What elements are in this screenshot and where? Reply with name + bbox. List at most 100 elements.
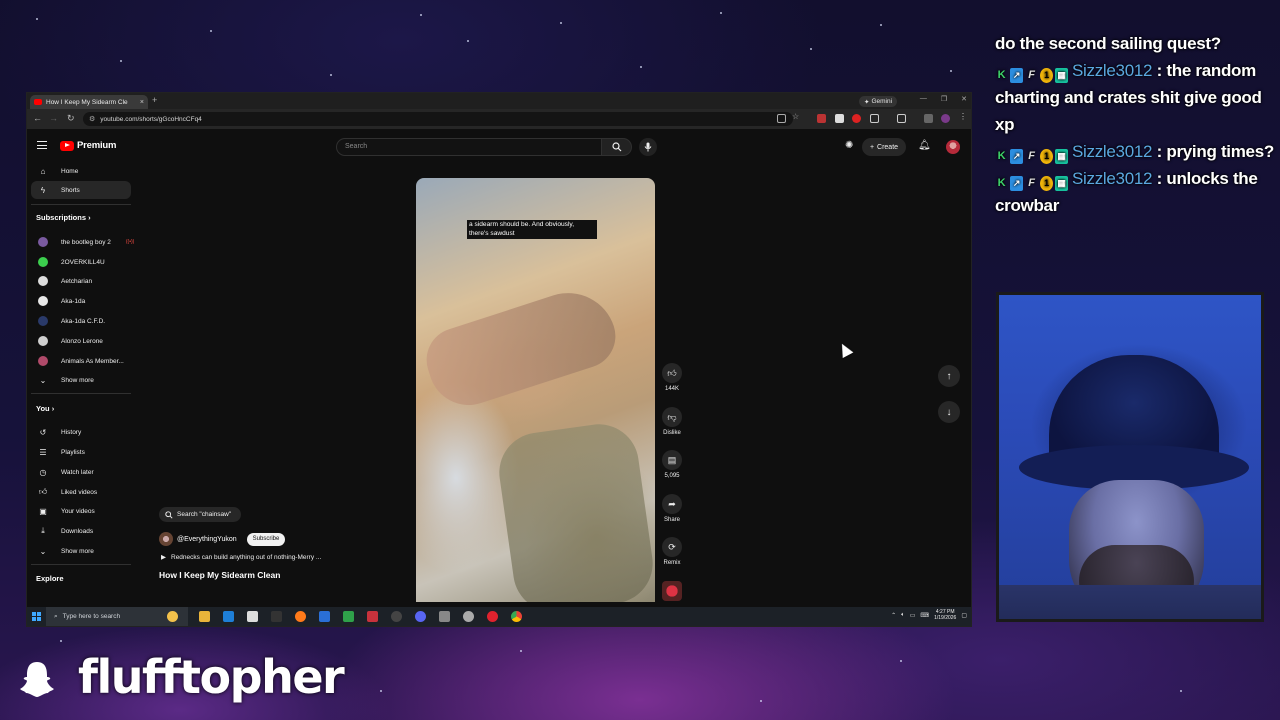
close-tab-icon[interactable]: × [140,99,144,106]
previous-short-button[interactable]: ↑ [938,365,960,387]
app-icon[interactable] [439,611,450,622]
language-icon[interactable]: ⌨ [920,612,929,619]
share-button[interactable]: ➦ [662,494,682,514]
comments-button[interactable]: ▤ [662,450,682,470]
chevron-up-icon[interactable]: ⌃ [891,612,896,619]
hamburger-menu-icon[interactable] [37,141,47,149]
back-icon[interactable]: ← [33,113,42,123]
app-icon[interactable] [487,611,498,622]
cast-icon[interactable]: ✺ [845,140,853,151]
search-suggestion-text: Search "chainsaw" [177,511,232,518]
sidebar-item-your-videos[interactable]: ▣ Your videos [31,502,131,520]
notifications-bell-icon[interactable]: 🔔︎ [918,140,931,151]
sidebar-item-shorts[interactable]: ϟ Shorts [31,181,131,199]
extensions-puzzle-icon[interactable] [924,114,933,123]
like-action[interactable]: 👍︎ 144K [659,363,685,392]
comments-action[interactable]: ▤ 5,095 [659,450,685,479]
chat-message-text: do the second sailing quest? [995,34,1221,53]
dislike-action[interactable]: 👎︎ Dislike [659,407,685,436]
store-icon[interactable] [247,611,258,622]
extension-icon[interactable] [817,114,826,123]
sidebar-item-home[interactable]: ⌂ Home [31,162,131,180]
minimize-icon[interactable]: — [920,95,927,103]
tab-title: How I Keep My Sidearm Cle [46,98,128,106]
extension-icon[interactable] [835,114,844,123]
firefox-icon[interactable] [295,611,306,622]
maximize-icon[interactable]: ❐ [941,95,947,103]
copilot-icon[interactable] [167,611,178,622]
subscribe-button[interactable]: Subscribe [246,532,286,546]
search-input[interactable]: Search [336,138,602,156]
sidebar-item-liked-videos[interactable]: 👍︎ Liked videos [31,483,131,501]
show-more-subscriptions-button[interactable]: ⌄ Show more [31,371,131,389]
sidebar-item-label: Your videos [61,507,95,515]
edge-icon[interactable] [223,611,234,622]
shorts-video-player[interactable]: a sidearm should be. And obviously, ther… [416,178,655,602]
forward-icon[interactable]: → [49,113,58,123]
sidebar-item-channel[interactable]: Aetcharian [31,272,131,290]
comment-icon: ▤ [667,454,677,465]
extension-icon[interactable] [897,114,906,123]
remix-button[interactable]: ⟳ [662,537,682,557]
discord-icon[interactable] [415,611,426,622]
search-button[interactable] [602,138,632,156]
webcam-shirt [999,585,1261,619]
obs-icon[interactable] [391,611,402,622]
extension-icon[interactable] [852,114,861,123]
channel-handle[interactable]: @EverythingYukon [177,536,237,543]
section-title: You [36,404,50,413]
music-info[interactable]: ▶ Rednecks can build anything out of not… [161,553,321,562]
file-explorer-icon[interactable] [199,611,210,622]
sidebar-item-channel[interactable]: 2OVERKILL4U [31,253,131,271]
remix-action[interactable]: ⟳ Remix [659,537,685,566]
install-app-icon[interactable] [777,114,786,123]
sidebar-item-watch-later[interactable]: ◷ Watch later [31,463,131,481]
browser-tab[interactable]: How I Keep My Sidearm Cle × [30,95,148,109]
excel-icon[interactable] [343,611,354,622]
site-info-icon[interactable]: ⚙ [89,115,95,123]
clock[interactable]: 4:27 PM 1/19/2026 [934,609,956,621]
notification-center-icon[interactable]: ▢ [961,612,967,619]
subscriptions-header[interactable]: Subscriptions › [36,213,91,222]
volume-icon[interactable]: 🔈︎ [901,612,905,619]
sidebar-item-channel[interactable]: Aka-1da [31,292,131,310]
profile-avatar-icon[interactable] [941,114,950,123]
browser-menu-icon[interactable]: ⋮ [959,112,968,121]
sidebar-item-history[interactable]: ↺ History [31,423,131,441]
chrome-icon[interactable] [511,611,522,622]
bookmark-star-icon[interactable]: ☆ [792,112,801,121]
create-button[interactable]: + Create [862,138,906,156]
next-short-button[interactable]: ↓ [938,401,960,423]
search-suggestion-chip[interactable]: Search "chainsaw" [159,507,241,522]
sidebar-item-playlists[interactable]: ☰ Playlists [31,443,131,461]
windows-start-icon[interactable] [32,612,41,621]
app-icon[interactable] [463,611,474,622]
app-icon[interactable] [271,611,282,622]
sidebar-item-downloads[interactable]: ⤓ Downloads [31,522,131,540]
extension-icon[interactable] [870,114,879,123]
sidebar-item-channel[interactable]: Alonzo Lerone [31,332,131,350]
app-icon[interactable] [367,611,378,622]
network-icon[interactable]: ▭ [910,612,916,619]
like-button[interactable]: 👍︎ [662,363,682,383]
new-tab-button[interactable]: + [152,95,157,105]
dislike-button[interactable]: 👎︎ [662,407,682,427]
you-header[interactable]: You › [36,404,54,413]
youtube-logo[interactable]: Premium [60,140,116,151]
sidebar-item-channel[interactable]: Aka-1da C.F.D. [31,312,131,330]
voice-search-button[interactable] [639,138,657,156]
show-more-you-button[interactable]: ⌄ Show more [31,542,131,560]
account-avatar[interactable] [946,140,960,154]
divider [31,564,131,565]
url-field[interactable]: ⚙ youtube.com/shorts/gGcoHncCFq4 [83,112,793,126]
share-action[interactable]: ➦ Share [659,494,685,523]
close-window-icon[interactable]: ✕ [961,95,967,103]
sidebar-item-channel[interactable]: the bootleg boy 2 ((•)) [31,233,134,251]
sidebar-item-channel[interactable]: Animals As Member... [31,352,131,370]
video-frame-leg [494,419,655,602]
reload-icon[interactable]: ↻ [67,113,75,124]
app-icon[interactable] [319,611,330,622]
gemini-button[interactable]: ✦ Gemini [859,96,898,107]
channel-avatar[interactable] [159,532,173,546]
sound-thumbnail[interactable] [662,581,682,601]
